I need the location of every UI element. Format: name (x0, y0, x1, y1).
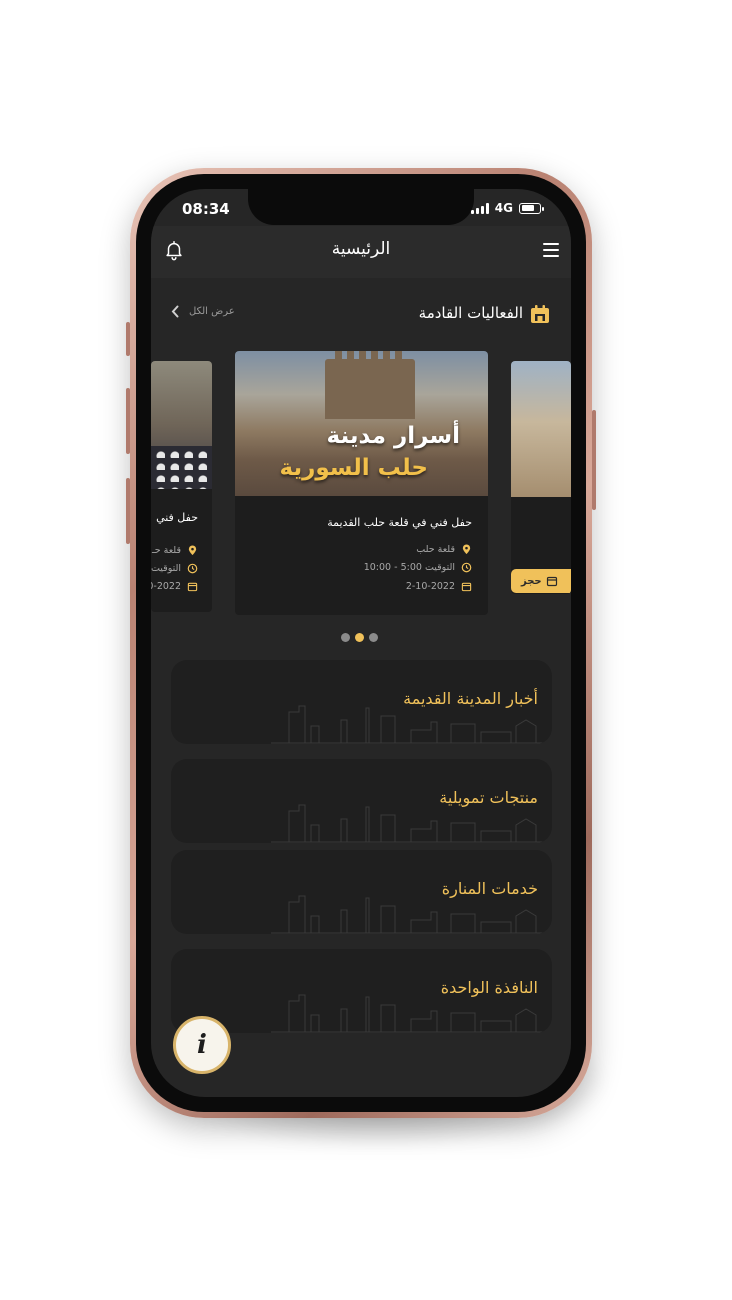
menu-card-label: النافذة الواحدة (440, 978, 538, 997)
page-title: الرئيسية (331, 239, 391, 259)
carousel-pagination (341, 633, 378, 642)
event-card-left[interactable]: حفل فني قلعة حـ التوقيت 0-2022 (151, 361, 212, 612)
app-bar: الرئيسية (151, 226, 571, 278)
menu-card-label: أخبار المدينة القديمة (403, 689, 538, 708)
hamburger-icon[interactable] (543, 243, 559, 257)
calendar-icon (187, 582, 198, 592)
event-image (151, 361, 212, 489)
event-image: أسرار مدينة حلب السورية (235, 351, 488, 496)
view-all-label: عرض الكل (189, 306, 235, 317)
menu-card-label: خدمات المنارة (441, 879, 538, 898)
pagination-dot-active[interactable] (355, 633, 364, 642)
events-title: الفعاليات القادمة (418, 304, 523, 322)
menu-card-label: منتجات تمويلية (439, 788, 538, 807)
calendar-icon (461, 582, 472, 592)
info-icon: i (197, 1030, 207, 1060)
view-all-link[interactable]: عرض الكل (171, 305, 235, 318)
menu-card-old-city-news[interactable]: أخبار المدينة القديمة (171, 660, 552, 744)
event-title: حفل فني في قلعة حلب القديمة (327, 516, 472, 529)
status-time: 08:34 (182, 200, 230, 218)
poster-line-2: حلب السورية (279, 455, 429, 481)
event-location: قلعة حلب (416, 544, 472, 555)
event-location: قلعة حـ (152, 545, 198, 556)
clock-icon (187, 563, 198, 574)
event-card-right[interactable]: حجز (511, 361, 571, 594)
status-bar-right: 4G (470, 201, 544, 215)
location-pin-icon (462, 544, 471, 555)
notch (248, 189, 474, 225)
events-section-header: عرض الكل الفعاليات القادمة (151, 299, 571, 329)
menu-card-single-window[interactable]: النافذة الواحدة (171, 949, 552, 1033)
mute-switch (126, 322, 130, 356)
event-date: 0-2022 (151, 581, 198, 592)
event-title: حفل فني (156, 511, 198, 524)
info-button[interactable]: i (173, 1016, 231, 1074)
network-label: 4G (494, 201, 513, 215)
event-image (511, 361, 571, 497)
pagination-dot[interactable] (341, 633, 350, 642)
app-screen: 08:34 4G الرئيسية عرض الكل الفعاليات الق… (151, 189, 571, 1097)
events-calendar-icon (531, 305, 549, 323)
event-card-main[interactable]: أسرار مدينة حلب السورية حفل فني في قلعة … (235, 351, 488, 615)
book-button[interactable]: حجز (511, 569, 571, 593)
event-time: التوقيت (151, 563, 198, 574)
event-time: التوقيت 5:00 - 10:00 (364, 562, 472, 573)
chevron-left-icon (171, 305, 179, 318)
menu-card-financing-products[interactable]: منتجات تمويلية (171, 759, 552, 843)
location-pin-icon (188, 545, 197, 556)
battery-icon (519, 202, 544, 214)
event-date: 2-10-2022 (406, 581, 472, 592)
power-button (592, 410, 596, 510)
calendar-icon (546, 576, 557, 587)
clock-icon (461, 562, 472, 573)
volume-down-button (126, 478, 130, 544)
pagination-dot[interactable] (369, 633, 378, 642)
menu-card-manara-services[interactable]: خدمات المنارة (171, 850, 552, 934)
poster-line-1: أسرار مدينة (326, 423, 460, 449)
volume-up-button (126, 388, 130, 454)
